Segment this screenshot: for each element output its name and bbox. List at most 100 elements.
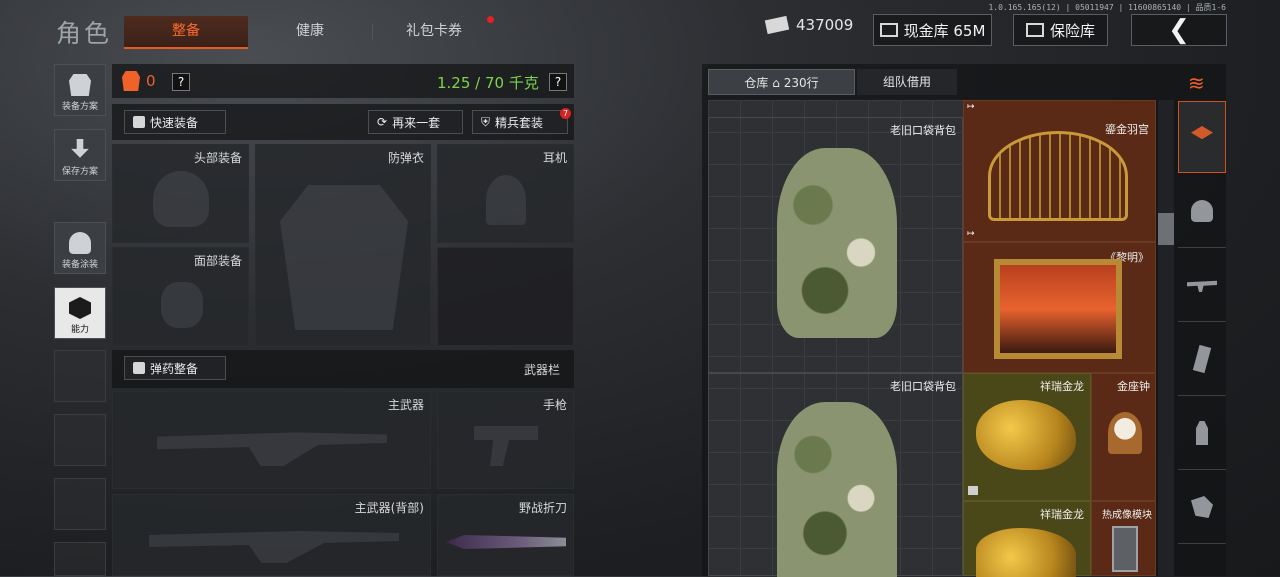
category-helmet[interactable]	[1178, 175, 1226, 248]
page-title: 角色	[56, 19, 113, 48]
vest-icon	[280, 185, 408, 330]
version-info: 1.0.165.165(12) | 05011947 | 11600865140…	[988, 3, 1226, 12]
helmet-slot[interactable]: 头部装备	[112, 144, 249, 243]
attachment-icon	[1191, 496, 1213, 518]
scrollbar-thumb[interactable]	[1158, 213, 1174, 245]
rifle-icon	[1187, 280, 1217, 292]
warehouse-item-backpack[interactable]: 老旧口袋背包	[708, 373, 963, 577]
warehouse-item-golden-dragon[interactable]: 祥瑞金龙	[963, 373, 1091, 501]
weapon-bar-label: 武器栏	[524, 363, 561, 377]
quick-equip-button[interactable]: 快速装备	[124, 110, 226, 134]
dragon-head-icon	[976, 528, 1076, 577]
rifle-icon	[157, 432, 387, 466]
category-rifle[interactable]	[1178, 249, 1226, 322]
ammo-prep-button[interactable]: 弹药整备	[124, 356, 226, 380]
rail-empty-slot	[54, 478, 106, 530]
cash-icon	[879, 23, 898, 37]
warehouse-item-cage[interactable]: ↦ 鎏金羽宫 ↦	[963, 100, 1156, 242]
cube-icon	[968, 486, 978, 495]
rail-label: 保存方案	[61, 167, 98, 177]
tab-team-borrow[interactable]: 组队借用	[857, 69, 957, 95]
elite-set-label: 精兵套装	[495, 115, 544, 130]
notification-dot	[487, 16, 494, 23]
armor-slot[interactable]: 防弹衣	[255, 144, 431, 346]
rail-skins[interactable]: 装备涂装	[54, 222, 106, 274]
weight-help-button[interactable]: ?	[549, 73, 567, 91]
elite-badge: 7	[560, 108, 571, 119]
count-help-button[interactable]: ?	[172, 73, 190, 91]
rifle-icon	[149, 531, 399, 563]
tab-health[interactable]: 健康	[248, 16, 372, 47]
ability-icon	[69, 297, 91, 319]
clock-icon	[1108, 412, 1142, 454]
warehouse-item-golden-dragon[interactable]: 祥瑞金龙	[963, 501, 1091, 577]
category-magazine[interactable]	[1178, 323, 1226, 396]
slot-label: 主武器(背部)	[354, 501, 424, 515]
elite-set-button[interactable]: ⛨ 精兵套装	[472, 110, 568, 134]
tab-outfit[interactable]: 整备	[124, 16, 248, 49]
rail-empty-slot	[54, 542, 106, 576]
gas-mask-icon	[161, 282, 203, 328]
knife-slot[interactable]: 野战折刀	[437, 494, 574, 576]
slot-label: 野战折刀	[518, 501, 567, 515]
headset-icon	[486, 175, 526, 225]
warehouse-item-painting[interactable]: 《黎明》	[963, 242, 1156, 373]
category-attachment[interactable]	[1178, 471, 1226, 544]
money-amount: 437009	[796, 16, 854, 34]
ammo-icon	[133, 362, 145, 374]
banknote-icon	[764, 15, 790, 35]
money-display: 437009	[764, 15, 854, 35]
warehouse-item-backpack[interactable]: 老旧口袋背包	[708, 117, 963, 373]
knife-icon	[446, 535, 566, 549]
safe-icon	[1025, 23, 1044, 37]
tab-gift-cards[interactable]: 礼包卡券	[372, 16, 496, 47]
back-arrow-icon: ❮	[1168, 15, 1190, 45]
thermal-module-icon	[1112, 526, 1138, 572]
backpack-icon	[777, 148, 897, 338]
tab-warehouse[interactable]: 仓库 ⌂ 230行	[708, 69, 855, 95]
warehouse-item-thermal-module[interactable]: 热成像模块	[1091, 501, 1156, 576]
vest-icon	[69, 74, 91, 96]
slot-label: 防弹衣	[387, 151, 424, 165]
download-icon	[71, 139, 89, 158]
slot-label: 主武器	[387, 398, 424, 412]
item-name: 鎏金羽宫	[1105, 123, 1149, 136]
equip-again-button[interactable]: ⟳ 再来一套	[368, 110, 463, 134]
back-button[interactable]: ❮	[1131, 14, 1227, 46]
rail-loadout-plan[interactable]: 装备方案	[54, 64, 106, 116]
face-slot[interactable]: 面部装备	[112, 247, 249, 346]
pistol-slot[interactable]: 手枪	[437, 391, 574, 489]
category-all[interactable]	[1178, 101, 1226, 173]
headset-slot[interactable]: 耳机	[437, 144, 574, 243]
paint-helmet-icon	[69, 232, 91, 254]
magazine-icon	[1192, 344, 1212, 374]
back-weapon-slot[interactable]: 主武器(背部)	[112, 494, 431, 576]
category-ammo[interactable]	[1178, 397, 1226, 470]
pistol-icon	[474, 426, 538, 466]
primary-weapon-slot[interactable]: 主武器	[112, 391, 431, 489]
warehouse-rows: 230行	[783, 76, 819, 90]
item-name: 热成像模块	[1102, 510, 1152, 521]
backpack-capacity-icon	[122, 71, 140, 91]
safe-button[interactable]: 保险库	[1013, 14, 1108, 46]
item-name: 祥瑞金龙	[1040, 380, 1084, 393]
warehouse-scrollbar[interactable]	[1158, 100, 1174, 576]
safe-label: 保险库	[1049, 21, 1095, 40]
item-name: 金座钟	[1117, 380, 1150, 393]
home-icon: ⌂	[772, 76, 780, 90]
warehouse-item-gold-clock[interactable]: 金座钟	[1091, 373, 1156, 501]
helmet-icon	[1191, 200, 1213, 222]
rail-empty-slot	[54, 350, 106, 402]
item-count: 0	[146, 72, 156, 90]
rail-ability[interactable]: 能力	[54, 287, 106, 339]
slot-label: 耳机	[542, 151, 567, 165]
rail-label: 装备方案	[61, 102, 98, 112]
ammo-prep-label: 弹药整备	[150, 361, 199, 376]
rail-label: 装备涂装	[61, 260, 98, 270]
item-name: 老旧口袋背包	[890, 124, 956, 137]
helmet-icon	[153, 171, 209, 227]
cash-warehouse-button[interactable]: 现金库 65M	[873, 14, 992, 46]
ammo-icon	[1196, 421, 1208, 445]
rail-save-plan[interactable]: 保存方案	[54, 129, 106, 181]
sort-stack-icon[interactable]: ≋	[1188, 71, 1205, 95]
